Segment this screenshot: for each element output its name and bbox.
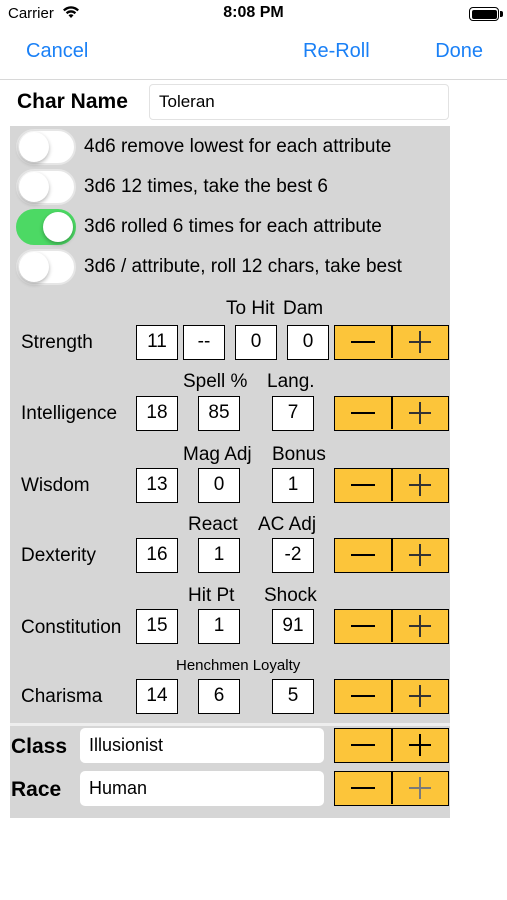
reroll-button[interactable]: Re-Roll (303, 40, 370, 63)
attribute-label: Strength (21, 332, 93, 353)
increment-button[interactable] (392, 326, 448, 358)
roll-method-label: 3d6 rolled 6 times for each attribute (84, 216, 382, 237)
decrement-button[interactable] (335, 729, 391, 761)
attribute-score: 13 (136, 468, 178, 503)
attribute-score: 18 (136, 396, 178, 431)
attribute-modifier: 91 (272, 609, 314, 644)
minus-icon (351, 412, 375, 414)
minus-icon (351, 787, 375, 789)
decrement-button[interactable] (335, 680, 391, 712)
navigation-bar: Cancel Re-Roll Done (0, 28, 507, 80)
attribute-modifier: -- (183, 325, 225, 360)
roll-method-row: 3d6 rolled 6 times for each attribute (10, 208, 450, 246)
increment-button[interactable] (392, 772, 448, 804)
increment-button[interactable] (392, 610, 448, 642)
column-header: To Hit (226, 298, 275, 319)
cancel-button[interactable]: Cancel (26, 40, 88, 63)
roll-method-label: 4d6 remove lowest for each attribute (84, 136, 392, 157)
roll-method-row: 3d6 / attribute, roll 12 chars, take bes… (10, 248, 450, 286)
roll-method-switch[interactable] (16, 169, 76, 205)
status-bar: Carrier 8:08 PM (0, 0, 507, 28)
attribute-score: 11 (136, 325, 178, 360)
done-button[interactable]: Done (435, 40, 483, 63)
roll-method-row: 4d6 remove lowest for each attribute (10, 128, 450, 166)
attribute-label: Constitution (21, 617, 122, 638)
increment-button[interactable] (392, 680, 448, 712)
attributes-panel: 4d6 remove lowest for each attribute 3d6… (10, 126, 450, 818)
minus-icon (351, 625, 375, 627)
roll-method-switch[interactable] (16, 129, 76, 165)
attribute-modifier: 1 (198, 609, 240, 644)
attribute-stepper (334, 396, 449, 431)
attribute-modifier: 6 (198, 679, 240, 714)
minus-icon (351, 484, 375, 486)
battery-icon (469, 7, 503, 21)
attribute-score: 15 (136, 609, 178, 644)
increment-button[interactable] (392, 729, 448, 761)
decrement-button[interactable] (335, 469, 391, 501)
decrement-button[interactable] (335, 539, 391, 571)
attribute-label: Wisdom (21, 475, 90, 496)
attribute-label: Intelligence (21, 403, 118, 424)
char-name-label: Char Name (17, 90, 128, 113)
roll-method-label: 3d6 12 times, take the best 6 (84, 176, 328, 197)
race-field[interactable]: Human (80, 771, 324, 806)
attribute-stepper (334, 468, 449, 503)
divider (10, 723, 450, 726)
column-header: React (188, 514, 238, 535)
attribute-score: 16 (136, 538, 178, 573)
minus-icon (351, 744, 375, 746)
race-stepper (334, 771, 449, 806)
attribute-stepper (334, 609, 449, 644)
column-header: Henchmen Loyalty (176, 657, 301, 674)
decrement-button[interactable] (335, 610, 391, 642)
attribute-stepper (334, 325, 449, 360)
column-header: Spell % (183, 371, 248, 392)
attribute-modifier: -2 (272, 538, 314, 573)
roll-method-row: 3d6 12 times, take the best 6 (10, 168, 450, 206)
column-header: Shock (264, 585, 317, 606)
column-header: Hit Pt (188, 585, 235, 606)
clock: 8:08 PM (223, 4, 284, 21)
char-name-input[interactable] (149, 84, 449, 120)
minus-icon (351, 341, 375, 343)
class-label: Class (11, 735, 68, 758)
column-header: Mag Adj (183, 444, 252, 465)
column-header: Dam (283, 298, 324, 319)
class-stepper (334, 728, 449, 763)
decrement-button[interactable] (335, 397, 391, 429)
decrement-button[interactable] (335, 772, 391, 804)
column-header: AC Adj (258, 514, 317, 535)
attribute-modifier: 0 (198, 468, 240, 503)
minus-icon (351, 695, 375, 697)
increment-button[interactable] (392, 469, 448, 501)
attribute-modifier: 5 (272, 679, 314, 714)
increment-button[interactable] (392, 397, 448, 429)
attribute-stepper (334, 538, 449, 573)
attribute-modifier: 0 (287, 325, 329, 360)
race-label: Race (11, 778, 62, 801)
roll-method-switch[interactable] (16, 249, 76, 285)
attribute-label: Dexterity (21, 545, 96, 566)
attribute-label: Charisma (21, 686, 103, 707)
attribute-modifier: 0 (235, 325, 277, 360)
attribute-modifier: 7 (272, 396, 314, 431)
minus-icon (351, 554, 375, 556)
attribute-modifier: 85 (198, 396, 240, 431)
column-header: Bonus (272, 444, 326, 465)
attribute-stepper (334, 679, 449, 714)
attribute-modifier: 1 (198, 538, 240, 573)
decrement-button[interactable] (335, 326, 391, 358)
class-field[interactable]: Illusionist (80, 728, 324, 763)
increment-button[interactable] (392, 539, 448, 571)
column-header: Lang. (267, 371, 315, 392)
attribute-modifier: 1 (272, 468, 314, 503)
roll-method-label: 3d6 / attribute, roll 12 chars, take bes… (84, 256, 402, 277)
attribute-score: 14 (136, 679, 178, 714)
roll-method-switch[interactable] (16, 209, 76, 245)
